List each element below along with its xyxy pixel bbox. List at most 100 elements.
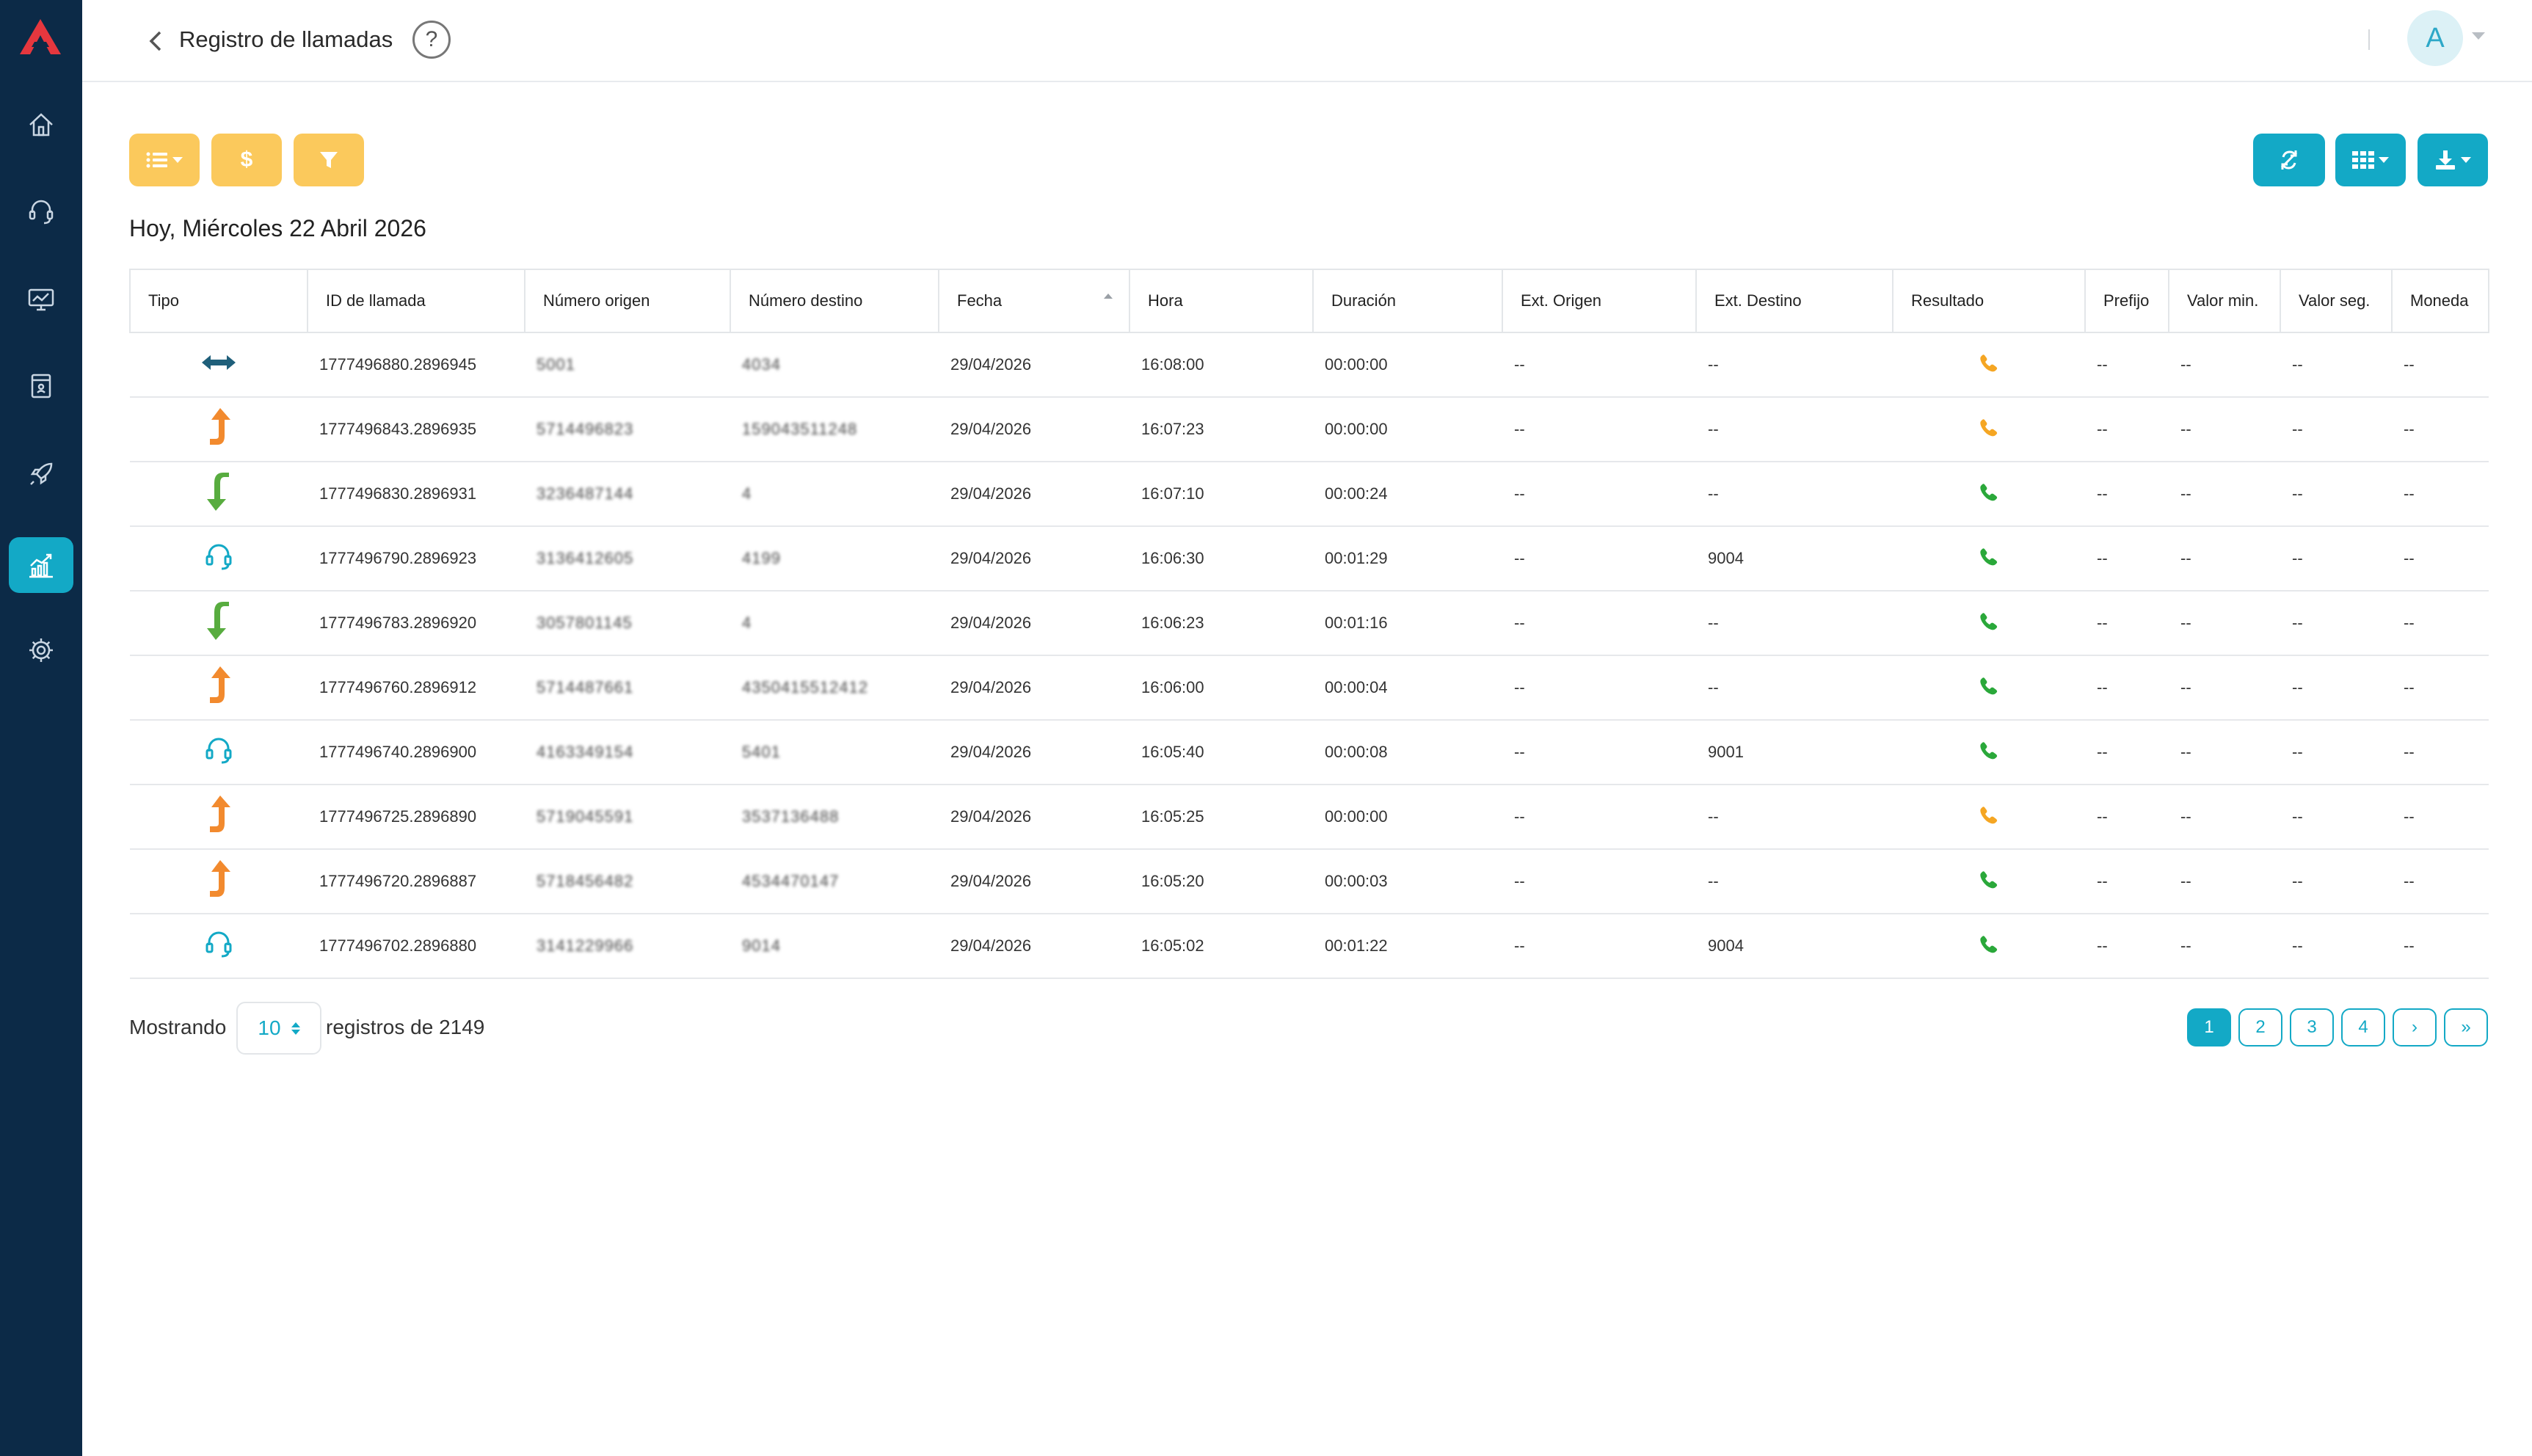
nav-reports-icon[interactable] — [9, 537, 73, 593]
cell-ext-origen: -- — [1502, 526, 1696, 592]
masked-number: 3057801145 — [536, 614, 633, 632]
column-header-prefijo[interactable]: Prefijo — [2085, 269, 2169, 333]
help-icon[interactable]: ? — [412, 21, 451, 59]
back-chevron-icon[interactable] — [139, 25, 172, 57]
phone-icon — [1977, 677, 2001, 701]
column-header-resultado[interactable]: Resultado — [1893, 269, 2086, 333]
outgoing-call-icon — [204, 408, 233, 451]
cell-ext-origen: -- — [1502, 397, 1696, 462]
cell-resultado — [1893, 462, 2085, 527]
page-2-button[interactable]: 2 — [2238, 1008, 2282, 1046]
column-header-tipo[interactable]: Tipo — [129, 269, 308, 333]
table-row[interactable]: 1777496725.2896890 5719045591 3537136488 29… — [130, 785, 2489, 850]
cell-moneda: -- — [2392, 397, 2489, 462]
view-list-button[interactable] — [129, 134, 200, 186]
sort-asc-icon[interactable] — [1104, 294, 1113, 299]
page-size-select[interactable]: 10 — [236, 1002, 321, 1055]
column-header-hora[interactable]: Hora — [1129, 269, 1314, 333]
cell-valor-min: -- — [2169, 591, 2280, 656]
cell-prefijo: -- — [2085, 397, 2169, 462]
calls-table: Tipo ID de llamada Número origen Número des… — [129, 269, 2489, 979]
table-row[interactable]: 1777496740.2896900 4163349154 5401 29/04/20… — [130, 720, 2489, 785]
masked-number: 3141229966 — [536, 936, 634, 955]
cell-valor-seg: -- — [2280, 849, 2392, 914]
cell-duracion: 00:00:08 — [1313, 720, 1502, 785]
nav-settings-icon[interactable] — [9, 622, 73, 678]
column-header-fecha[interactable]: Fecha — [939, 269, 1130, 333]
table-row[interactable]: 1777496760.2896912 5714487661 435041551241… — [130, 655, 2489, 721]
column-header-destino[interactable]: Número destino — [730, 269, 939, 333]
cell-duracion: 00:00:00 — [1313, 332, 1502, 398]
page-title: Registro de llamadas — [179, 26, 393, 52]
cell-valor-min: -- — [2169, 332, 2280, 398]
table-row[interactable]: 1777496843.2896935 5714496823 159043511248… — [130, 397, 2489, 462]
cell-valor-seg: -- — [2280, 332, 2392, 398]
download-button[interactable] — [2418, 134, 2488, 186]
cell-origen: 5718456482 — [525, 849, 730, 914]
nav-monitor-icon[interactable] — [9, 272, 73, 327]
cell-origen: 5001 — [525, 332, 730, 398]
cell-id: 1777496783.2896920 — [308, 591, 525, 656]
sync-button[interactable] — [2253, 134, 2325, 186]
list-icon — [146, 152, 167, 168]
cell-valor-min: -- — [2169, 785, 2280, 850]
cost-button[interactable]: $ — [211, 134, 282, 186]
cell-valor-min: -- — [2169, 655, 2280, 721]
cell-resultado — [1893, 785, 2085, 850]
table-row[interactable]: 1777496880.2896945 5001 4034 29/04/2026 16:0… — [130, 332, 2489, 398]
next-page-button[interactable]: › — [2393, 1008, 2437, 1046]
cell-prefijo: -- — [2085, 332, 2169, 398]
cell-destino: 4534470147 — [730, 849, 939, 914]
column-header-ext-destino[interactable]: Ext. Destino — [1696, 269, 1893, 333]
masked-number: 4 — [742, 614, 752, 632]
nav-contacts-icon[interactable] — [9, 358, 73, 414]
cell-resultado — [1893, 914, 2085, 979]
cell-moneda: -- — [2392, 849, 2489, 914]
column-header-valor-min[interactable]: Valor min. — [2169, 269, 2281, 333]
table-row[interactable]: 1777496720.2896887 5718456482 4534470147 29… — [130, 849, 2489, 914]
cell-valor-min: -- — [2169, 526, 2280, 592]
table-row[interactable]: 1777496702.2896880 3141229966 9014 29/04/20… — [130, 914, 2489, 979]
cell-ext-origen: -- — [1502, 914, 1696, 979]
table-row[interactable]: 1777496783.2896920 3057801145 4 29/04/2026 1… — [130, 591, 2489, 656]
column-header-valor-seg[interactable]: Valor seg. — [2280, 269, 2393, 333]
column-header-origen[interactable]: Número origen — [525, 269, 731, 333]
column-header-ext-origen[interactable]: Ext. Origen — [1502, 269, 1697, 333]
column-header-id[interactable]: ID de llamada — [308, 269, 525, 333]
masked-number: 5719045591 — [536, 807, 634, 826]
table-row[interactable]: 1777496790.2896923 3136412605 4199 29/04/20… — [130, 526, 2489, 592]
last-page-button[interactable]: » — [2444, 1008, 2488, 1046]
avatar[interactable]: A — [2407, 10, 2463, 66]
nav-home-icon[interactable] — [9, 97, 73, 153]
app-logo[interactable] — [13, 13, 68, 60]
cell-destino: 4 — [730, 591, 939, 656]
cell-id: 1777496740.2896900 — [308, 720, 525, 785]
page-3-button[interactable]: 3 — [2290, 1008, 2334, 1046]
cell-prefijo: -- — [2085, 526, 2169, 592]
page-4-button[interactable]: 4 — [2341, 1008, 2385, 1046]
columns-button[interactable] — [2335, 134, 2406, 186]
phone-icon — [1977, 419, 2001, 443]
column-header-moneda[interactable]: Moneda — [2392, 269, 2489, 333]
table-row[interactable]: 1777496830.2896931 3236487144 4 29/04/2026 1… — [130, 462, 2489, 527]
phone-icon — [1977, 484, 2001, 507]
cell-ext-origen: -- — [1502, 655, 1696, 721]
cell-tipo — [130, 591, 308, 656]
masked-number: 4534470147 — [742, 872, 840, 890]
cell-fecha: 29/04/2026 — [939, 462, 1129, 527]
cell-destino: 5401 — [730, 720, 939, 785]
cell-tipo — [130, 332, 308, 398]
column-header-duracion[interactable]: Duración — [1313, 269, 1503, 333]
filter-button[interactable] — [294, 134, 364, 186]
masked-number: 4350415512412 — [742, 678, 869, 696]
cell-hora: 16:05:20 — [1129, 849, 1313, 914]
masked-number: 5714487661 — [536, 678, 634, 696]
avatar-caret-icon[interactable] — [2472, 32, 2485, 40]
nav-headset-icon[interactable] — [9, 183, 73, 239]
nav-rocket-icon[interactable] — [9, 446, 73, 502]
cell-duracion: 00:00:00 — [1313, 397, 1502, 462]
cell-valor-seg: -- — [2280, 397, 2392, 462]
page-1-button[interactable]: 1 — [2187, 1008, 2231, 1046]
cell-origen: 5719045591 — [525, 785, 730, 850]
cell-ext-destino: -- — [1696, 655, 1893, 721]
